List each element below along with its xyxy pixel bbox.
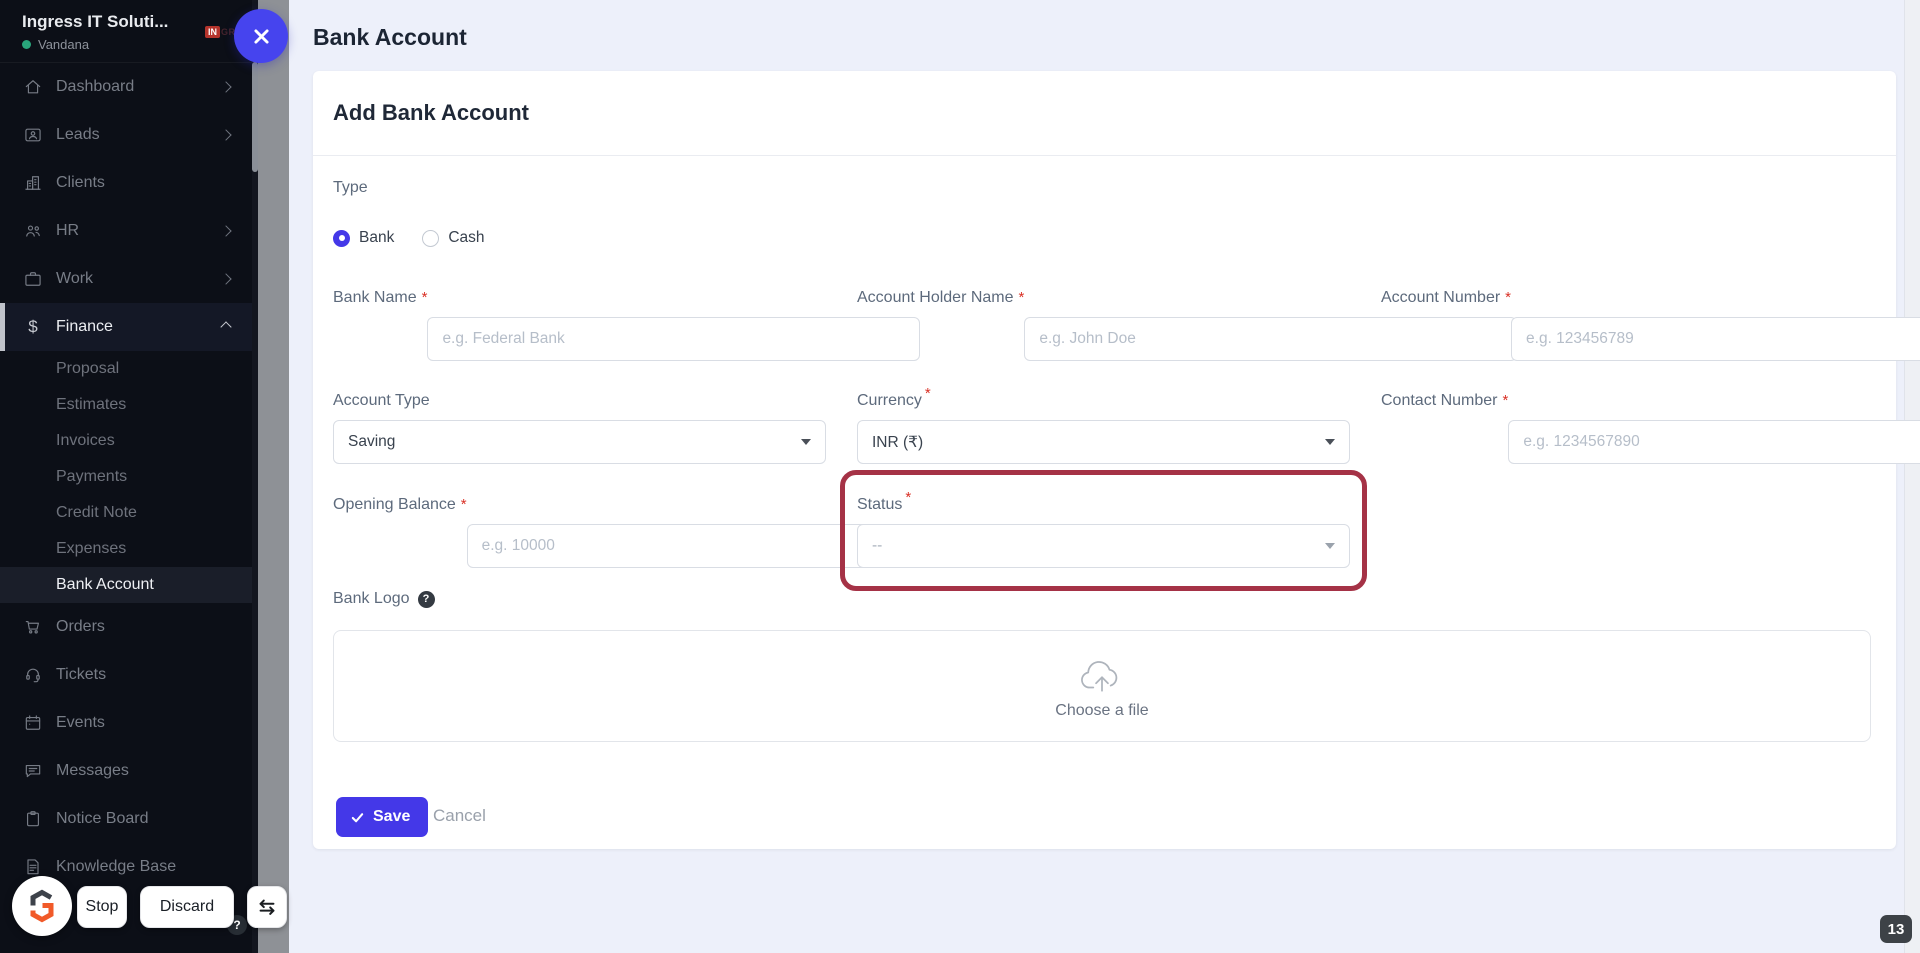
close-sidebar-button[interactable]	[234, 9, 288, 63]
account-holder-field: Account Holder Name *	[857, 289, 1518, 361]
check-icon	[350, 810, 365, 825]
choose-file-text[interactable]: Choose a file	[1055, 702, 1148, 720]
account-number-field: Account Number *	[1381, 289, 1920, 361]
account-type-label: Account Type	[333, 392, 430, 409]
sidebar-subitem-invoices[interactable]: Invoices	[0, 423, 252, 459]
bank-name-field: Bank Name *	[333, 289, 921, 361]
sidebar-item-leads[interactable]: Leads	[0, 111, 252, 159]
page-title: Bank Account	[313, 24, 467, 50]
sidebar-item-hr[interactable]: HR	[0, 207, 252, 255]
sidebar-item-finance[interactable]: $ Finance	[0, 303, 252, 351]
sidebar-item-notice-board[interactable]: Notice Board	[0, 795, 252, 843]
account-number-label: Account Number *	[1381, 289, 1512, 306]
page-scrollbar[interactable]	[1904, 0, 1920, 953]
opening-balance-field: Opening Balance *	[333, 496, 960, 568]
radio-unselected-icon[interactable]	[422, 229, 440, 247]
account-type-select[interactable]: Saving	[333, 420, 826, 464]
contact-number-input[interactable]	[1508, 420, 1920, 464]
sidebar-item-work[interactable]: Work	[0, 255, 252, 303]
type-label: Type	[333, 179, 368, 196]
sidebar-subitem-estimates[interactable]: Estimates	[0, 387, 252, 423]
status-select[interactable]: --	[857, 524, 1350, 568]
sidebar-item-messages[interactable]: Messages	[0, 747, 252, 795]
calendar-icon	[22, 712, 44, 734]
tab-count-badge[interactable]: 13	[1880, 915, 1912, 943]
divider	[313, 155, 1896, 156]
bank-logo-label: Bank Logo ?	[333, 590, 435, 608]
swap-button[interactable]	[247, 886, 287, 928]
sidebar-item-orders[interactable]: Orders	[0, 603, 252, 651]
home-icon	[22, 76, 44, 98]
swap-arrows-icon	[256, 896, 278, 918]
sidebar-subitem-expenses[interactable]: Expenses	[0, 531, 252, 567]
sidebar-item-dashboard[interactable]: Dashboard	[0, 63, 252, 111]
account-holder-label: Account Holder Name *	[857, 289, 1025, 306]
online-status-dot	[22, 40, 31, 49]
finance-icon: $	[28, 317, 38, 336]
sidebar-scrollbar-thumb[interactable]	[252, 62, 258, 172]
radio-cash[interactable]: Cash	[422, 229, 485, 247]
clipboard-icon	[22, 808, 44, 830]
chevron-down-icon	[1325, 439, 1335, 445]
company-name[interactable]: Ingress IT Soluti...	[22, 12, 168, 32]
cancel-button[interactable]: Cancel	[433, 806, 486, 826]
document-icon	[22, 856, 44, 878]
add-bank-account-card: Add Bank Account Type Bank Cash Bank Nam…	[313, 71, 1920, 849]
bank-name-input[interactable]	[427, 317, 921, 361]
sidebar-item-clients[interactable]: Clients	[0, 159, 252, 207]
chevron-down-icon	[1325, 543, 1335, 549]
account-type-field: Account Type Saving	[333, 392, 826, 464]
chevron-right-icon	[220, 81, 232, 93]
contact-number-field: Contact Number *	[1381, 392, 1920, 464]
card-title: Add Bank Account	[333, 100, 529, 125]
sidebar-subitem-proposal[interactable]: Proposal	[0, 351, 252, 387]
account-number-input[interactable]	[1511, 317, 1920, 361]
clients-icon	[22, 172, 44, 194]
bank-name-label: Bank Name *	[333, 289, 428, 306]
sidebar-item-tickets[interactable]: Tickets	[0, 651, 252, 699]
discard-button[interactable]: Discard	[140, 886, 234, 928]
opening-balance-label: Opening Balance *	[333, 496, 467, 513]
headset-icon	[22, 664, 44, 686]
help-icon[interactable]: ?	[417, 590, 435, 608]
save-button[interactable]: Save	[336, 797, 429, 837]
stop-button[interactable]: Stop	[77, 886, 127, 928]
close-icon	[253, 28, 269, 44]
contact-number-label: Contact Number *	[1381, 392, 1509, 409]
user-name: Vandana	[38, 37, 90, 52]
radio-bank[interactable]: Bank	[333, 229, 394, 247]
account-holder-input[interactable]	[1024, 317, 1518, 361]
leads-icon	[22, 124, 44, 146]
radio-selected-icon[interactable]	[333, 229, 350, 247]
status-label: Status *	[857, 489, 912, 513]
chevron-right-icon	[220, 225, 232, 237]
type-radio-group: Bank Cash	[333, 229, 485, 247]
chevron-down-icon	[801, 439, 811, 445]
chevron-right-icon	[220, 273, 232, 285]
main-content: Bank Account Add Bank Account Type Bank …	[289, 0, 1920, 953]
hr-icon	[22, 220, 44, 242]
sidebar-header: Ingress IT Soluti... Vandana IN GRESS	[0, 0, 255, 63]
sidebar-item-events[interactable]: Events	[0, 699, 252, 747]
status-field: Status * --	[857, 489, 1350, 568]
chevron-up-icon	[220, 321, 232, 333]
currency-label: Currency *	[857, 385, 931, 409]
currency-select[interactable]: INR (₹)	[857, 420, 1350, 464]
cart-icon	[22, 616, 44, 638]
cloud-upload-icon	[1076, 652, 1128, 696]
bank-logo-dropzone[interactable]: Choose a file	[333, 630, 1871, 742]
sidebar: Ingress IT Soluti... Vandana IN GRESS Da…	[0, 0, 255, 953]
sidebar-subitem-bank-account[interactable]: Bank Account	[0, 567, 252, 603]
currency-field: Currency * INR (₹)	[857, 385, 1350, 464]
work-icon	[22, 268, 44, 290]
chevron-right-icon	[220, 129, 232, 141]
sidebar-subitem-credit-note[interactable]: Credit Note	[0, 495, 252, 531]
sidebar-subitem-payments[interactable]: Payments	[0, 459, 252, 495]
recorder-logo[interactable]	[12, 876, 72, 936]
chat-icon	[22, 760, 44, 782]
sidebar-gutter	[258, 0, 289, 953]
